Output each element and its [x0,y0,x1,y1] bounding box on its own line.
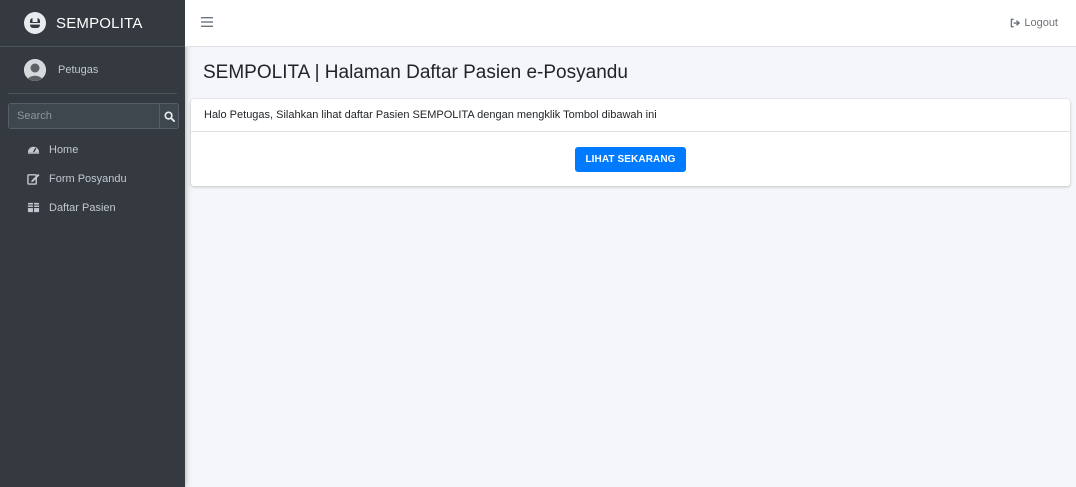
user-name: Petugas [58,64,99,76]
page-title: SEMPOLITA | Halaman Daftar Pasien e-Posy… [203,62,628,83]
search-button[interactable] [159,103,179,129]
sign-out-icon [1011,18,1021,28]
user-avatar [24,59,46,81]
search-icon [163,110,175,122]
app-root: SEMPOLITA Petugas Search Home Form Posya… [0,0,1076,487]
logout-label: Logout [1024,17,1058,29]
sidebar: SEMPOLITA Petugas Search Home Form Posya… [0,0,185,487]
sidebar-item-form-posyandu[interactable]: Form Posyandu [8,164,177,193]
brand-logo-icon [24,12,46,34]
edit-icon [26,172,40,186]
sidebar-item-label: Daftar Pasien [49,201,116,214]
hamburger-icon[interactable] [201,14,213,32]
lihat-sekarang-button[interactable]: LIHAT SEKARANG [575,146,686,172]
sidebar-item-daftar-pasien[interactable]: Daftar Pasien [8,193,177,222]
dashboard-icon [26,143,40,157]
sidebar-nav: Home Form Posyandu Daftar Pasien [0,135,185,222]
sidebar-item-label: Form Posyandu [49,172,127,185]
table-icon [26,201,40,215]
search-input[interactable] [8,103,159,129]
user-panel[interactable]: Petugas [8,47,177,94]
card-header: Halo Petugas, Silahkan lihat daftar Pasi… [191,99,1070,132]
logout-link[interactable]: Logout [1010,17,1058,29]
brand-name: SEMPOLITA [56,14,143,32]
main-content: SEMPOLITA | Halaman Daftar Pasien e-Posy… [185,47,1076,487]
sidebar-search [8,103,179,129]
sidebar-item-home[interactable]: Home [8,135,177,164]
sidebar-item-label: Home [49,143,79,156]
info-card: Halo Petugas, Silahkan lihat daftar Pasi… [191,99,1070,186]
card-body: LIHAT SEKARANG [191,132,1070,186]
top-navbar: Logout [185,0,1076,47]
brand-link[interactable]: SEMPOLITA [0,0,185,47]
